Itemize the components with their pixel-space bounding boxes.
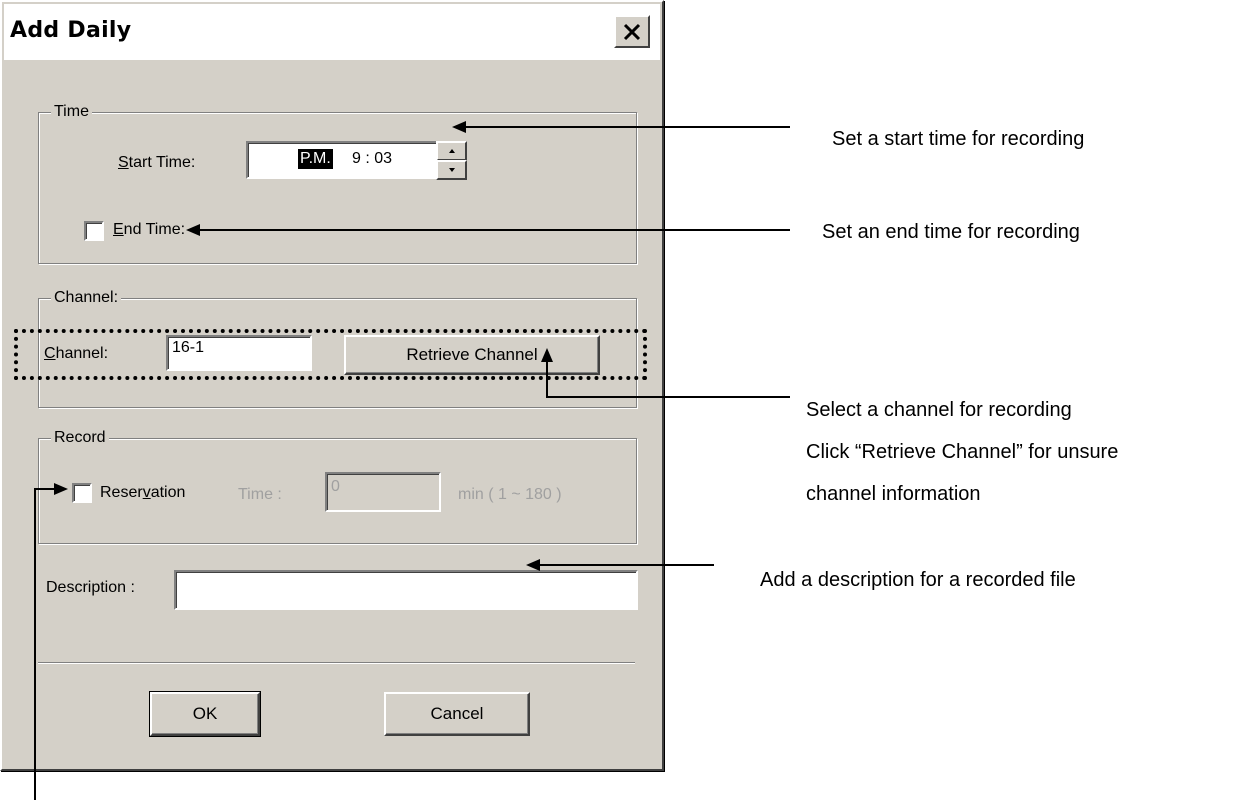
annotation-channel-line3: channel information bbox=[806, 483, 981, 505]
reservation-arrowhead bbox=[54, 483, 68, 495]
annotation-channel-line2: Click “Retrieve Channel” for unsure bbox=[806, 441, 1119, 463]
channel-arrow-line bbox=[546, 357, 790, 398]
annotation-start-time: Set a start time for recording bbox=[832, 128, 1085, 150]
channel-arrowhead bbox=[541, 348, 553, 362]
description-arrowhead bbox=[526, 559, 540, 571]
start-time-arrowhead bbox=[452, 121, 466, 133]
end-time-arrowhead bbox=[186, 224, 200, 236]
annotation-description: Add a description for a recorded file bbox=[760, 569, 1076, 591]
annotation-end-time: Set an end time for recording bbox=[822, 221, 1080, 243]
annotation-channel-line1: Select a channel for recording bbox=[806, 399, 1072, 421]
reservation-arrow-line bbox=[34, 488, 58, 800]
